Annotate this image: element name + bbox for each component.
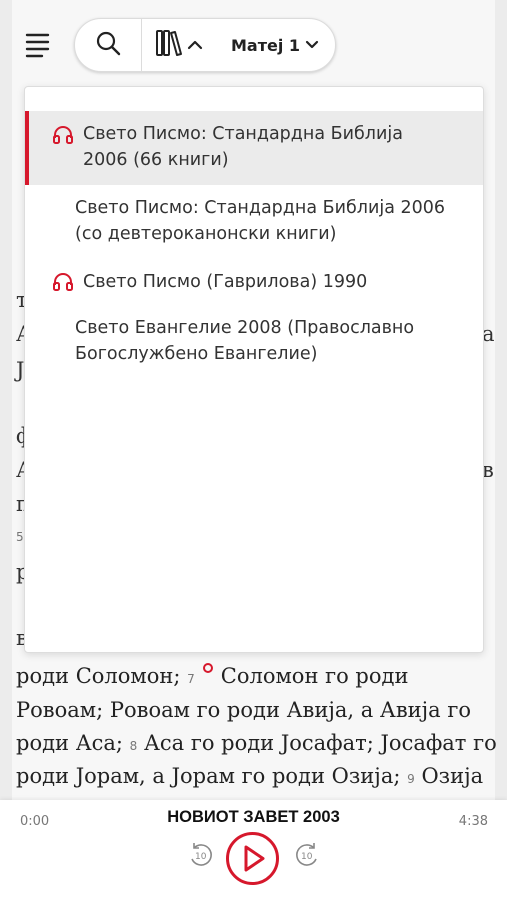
reader-toolbar: Матеј 1 [74, 18, 336, 72]
search-button[interactable] [75, 19, 141, 71]
version-option[interactable]: Свето Писмо (Гаврилова) 1990 [25, 259, 483, 305]
verse-line: роди Јорам, а Јорам го роди Озија; 9 Ози… [16, 764, 483, 788]
version-option-label: Свето Писмо: Стандардна Библија 2006 (66… [83, 124, 403, 170]
version-option-label: Свето Писмо: Стандардна Библија 2006 (со… [75, 198, 446, 244]
footnote-marker-icon[interactable] [202, 663, 213, 673]
book-chapter-label: Матеј 1 [231, 35, 301, 55]
svg-text:10: 10 [301, 852, 313, 862]
verse-text: Озија [421, 764, 484, 788]
audio-title: НОВИОТ ЗАВЕТ 2003 [167, 808, 340, 826]
verse-line: Ровоам; Ровоам го роди Авија, а Авија го [16, 698, 471, 722]
audio-player: 0:00 НОВИОТ ЗАВЕТ 2003 4:38 10 10 [0, 800, 507, 900]
book-shelf-icon [155, 28, 187, 62]
verse-text: Соломон го роди [220, 664, 409, 688]
play-icon [226, 832, 279, 885]
chevron-down-icon [305, 40, 319, 49]
verse-line: роди Соломон; 7 Соломон го роди [16, 663, 409, 688]
chevron-up-icon [187, 36, 203, 55]
headphones-icon [52, 124, 74, 152]
rewind-10-icon: 10 [191, 843, 212, 866]
version-option-label: Свето Евангелие 2008 (Православно Богосл… [75, 318, 415, 364]
search-icon [94, 29, 122, 61]
headphones-icon [52, 271, 74, 299]
verse-text: роди Аса; [16, 731, 123, 755]
verse-number: 8 [129, 739, 138, 753]
version-option[interactable]: Свето Писмо: Стандардна Библија 2006 (66… [25, 111, 483, 185]
book-chapter-selector[interactable]: Матеј 1 [231, 19, 319, 71]
play-button[interactable] [225, 831, 280, 886]
version-option[interactable]: Свето Евангелие 2008 (Православно Богосл… [25, 305, 483, 379]
svg-text:10: 10 [195, 852, 207, 862]
version-selector-button[interactable] [155, 27, 211, 63]
version-dropdown: Свето Писмо: Стандардна Библија 2006 (66… [24, 86, 484, 653]
total-duration: 4:38 [458, 814, 488, 829]
verse-text: роди Јорам, а Јорам го роди Озија; [16, 764, 401, 788]
verse-line: роди Аса; 8 Аса го роди Јосафат; Јосафат… [16, 731, 497, 755]
skip-back-button[interactable]: 10 [186, 840, 216, 870]
page-right-edge [495, 0, 507, 900]
verse-number: 9 [407, 772, 415, 786]
skip-forward-button[interactable]: 10 [292, 840, 322, 870]
verse-number: 7 [187, 672, 195, 686]
menu-icon[interactable] [22, 30, 54, 62]
page-left-edge [0, 0, 12, 900]
version-option[interactable]: Свето Писмо: Стандардна Библија 2006 (со… [25, 185, 483, 259]
toolbar-divider [141, 19, 142, 71]
version-option-label: Свето Писмо (Гаврилова) 1990 [83, 272, 368, 292]
selected-indicator [25, 111, 29, 185]
verse-number: 5 [16, 530, 24, 544]
forward-10-icon: 10 [296, 843, 317, 866]
verse-text: Ровоам; Ровоам го роди Авија, а Авија го [16, 698, 471, 722]
verse-text: роди Соломон; [16, 664, 181, 688]
verse-text: Аса го роди Јосафат; Јосафат го [143, 731, 497, 755]
